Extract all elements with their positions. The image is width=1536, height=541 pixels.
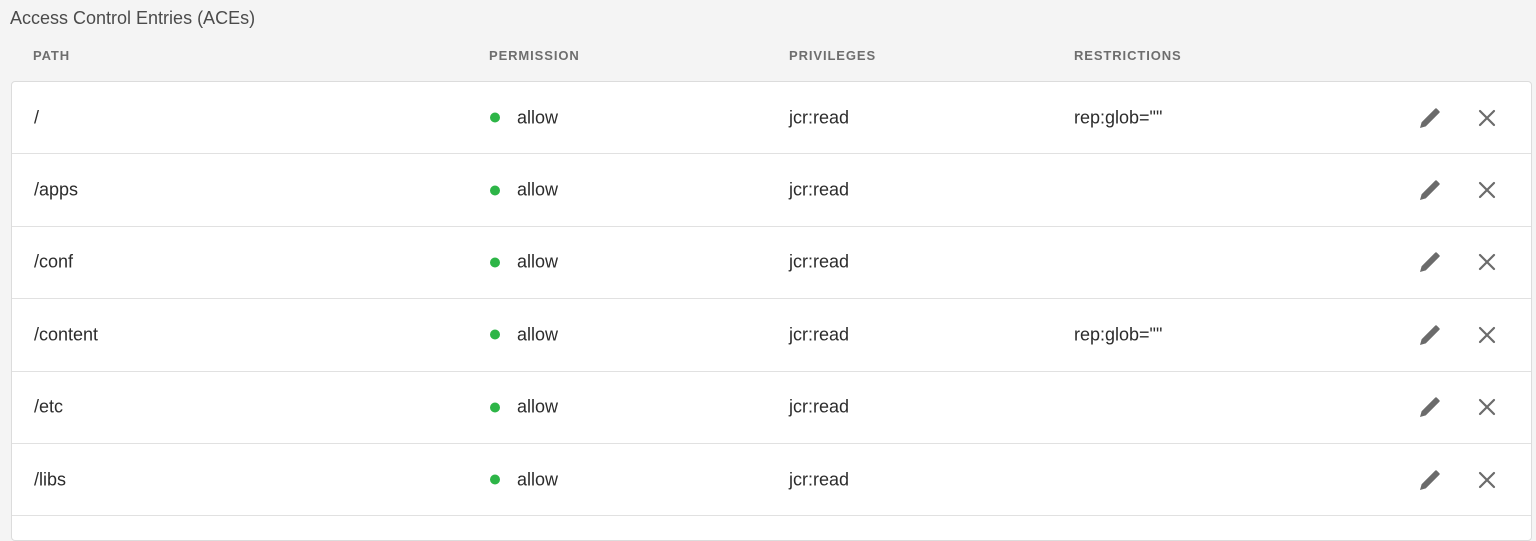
edit-button[interactable] [1415, 392, 1445, 422]
delete-button[interactable] [1472, 247, 1502, 277]
table-row[interactable]: /etc allow jcr:read [12, 372, 1531, 444]
allow-status-dot [490, 112, 500, 123]
privileges-cell: jcr:read [789, 469, 850, 490]
pencil-icon [1420, 325, 1440, 345]
close-icon [1478, 254, 1496, 271]
page-title: Access Control Entries (ACEs) [10, 8, 256, 28]
permission-cell: allow [490, 180, 558, 201]
delete-button[interactable] [1472, 320, 1502, 350]
edit-button[interactable] [1415, 247, 1445, 277]
pencil-icon [1420, 397, 1440, 418]
privileges-cell: jcr:read [789, 251, 850, 272]
column-header-path[interactable]: PATH [33, 48, 70, 63]
edit-button[interactable] [1415, 465, 1445, 495]
permission-label: allow [517, 251, 559, 272]
delete-button[interactable] [1472, 392, 1502, 422]
allow-status-dot [490, 474, 500, 485]
privileges-cell: jcr:read [789, 107, 850, 128]
permission-label: allow [517, 396, 559, 417]
restrictions-cell: rep:glob="" [1074, 107, 1163, 128]
table-row[interactable]: /content allow jcr:read rep:glob="" [12, 299, 1531, 372]
permission-cell: allow [490, 107, 558, 128]
close-icon [1478, 471, 1496, 488]
path-cell: /content [34, 324, 99, 345]
permission-cell: allow [490, 252, 558, 273]
delete-button[interactable] [1472, 465, 1502, 495]
close-icon [1478, 326, 1496, 343]
privileges-cell: jcr:read [789, 396, 850, 417]
close-icon [1478, 181, 1496, 199]
allow-status-dot [490, 257, 500, 268]
ace-table-body: / allow jcr:read rep:glob="" /apps allow… [11, 81, 1532, 541]
edit-button[interactable] [1415, 175, 1445, 205]
allow-status-dot [490, 185, 500, 196]
pencil-icon [1420, 107, 1440, 128]
path-cell: /apps [34, 179, 79, 200]
delete-button[interactable] [1472, 103, 1502, 133]
permission-label: allow [517, 469, 559, 490]
allow-status-dot [490, 329, 500, 340]
edit-button[interactable] [1415, 103, 1445, 133]
edit-button[interactable] [1415, 320, 1445, 350]
table-row[interactable]: / allow jcr:read rep:glob="" [12, 82, 1531, 155]
column-header-restrictions[interactable]: RESTRICTIONS [1074, 48, 1182, 63]
column-header-privileges[interactable]: PRIVILEGES [789, 48, 876, 63]
permission-cell: allow [490, 469, 558, 490]
column-header-permission[interactable]: PERMISSION [489, 48, 580, 63]
table-row[interactable]: /libs allow jcr:read [12, 444, 1531, 517]
allow-status-dot [490, 402, 500, 413]
permission-cell: allow [490, 324, 558, 345]
pencil-icon [1420, 180, 1440, 201]
privileges-cell: jcr:read [789, 324, 850, 345]
close-icon [1478, 399, 1496, 416]
pencil-icon [1420, 252, 1440, 273]
pencil-icon [1420, 469, 1440, 490]
permission-cell: allow [490, 397, 558, 418]
path-cell: /libs [34, 469, 67, 490]
path-cell: / [34, 107, 40, 128]
permission-label: allow [517, 179, 559, 200]
table-header: PATH PERMISSION PRIVILEGES RESTRICTIONS [0, 44, 1536, 70]
permission-label: allow [517, 324, 559, 345]
table-row[interactable]: /conf allow jcr:read [12, 227, 1531, 300]
table-row[interactable]: /apps allow jcr:read [12, 154, 1531, 227]
close-icon [1478, 109, 1496, 126]
restrictions-cell: rep:glob="" [1074, 324, 1163, 345]
path-cell: /etc [34, 396, 64, 417]
delete-button[interactable] [1472, 175, 1502, 205]
privileges-cell: jcr:read [789, 179, 850, 200]
path-cell: /conf [34, 251, 74, 272]
permission-label: allow [517, 107, 559, 128]
